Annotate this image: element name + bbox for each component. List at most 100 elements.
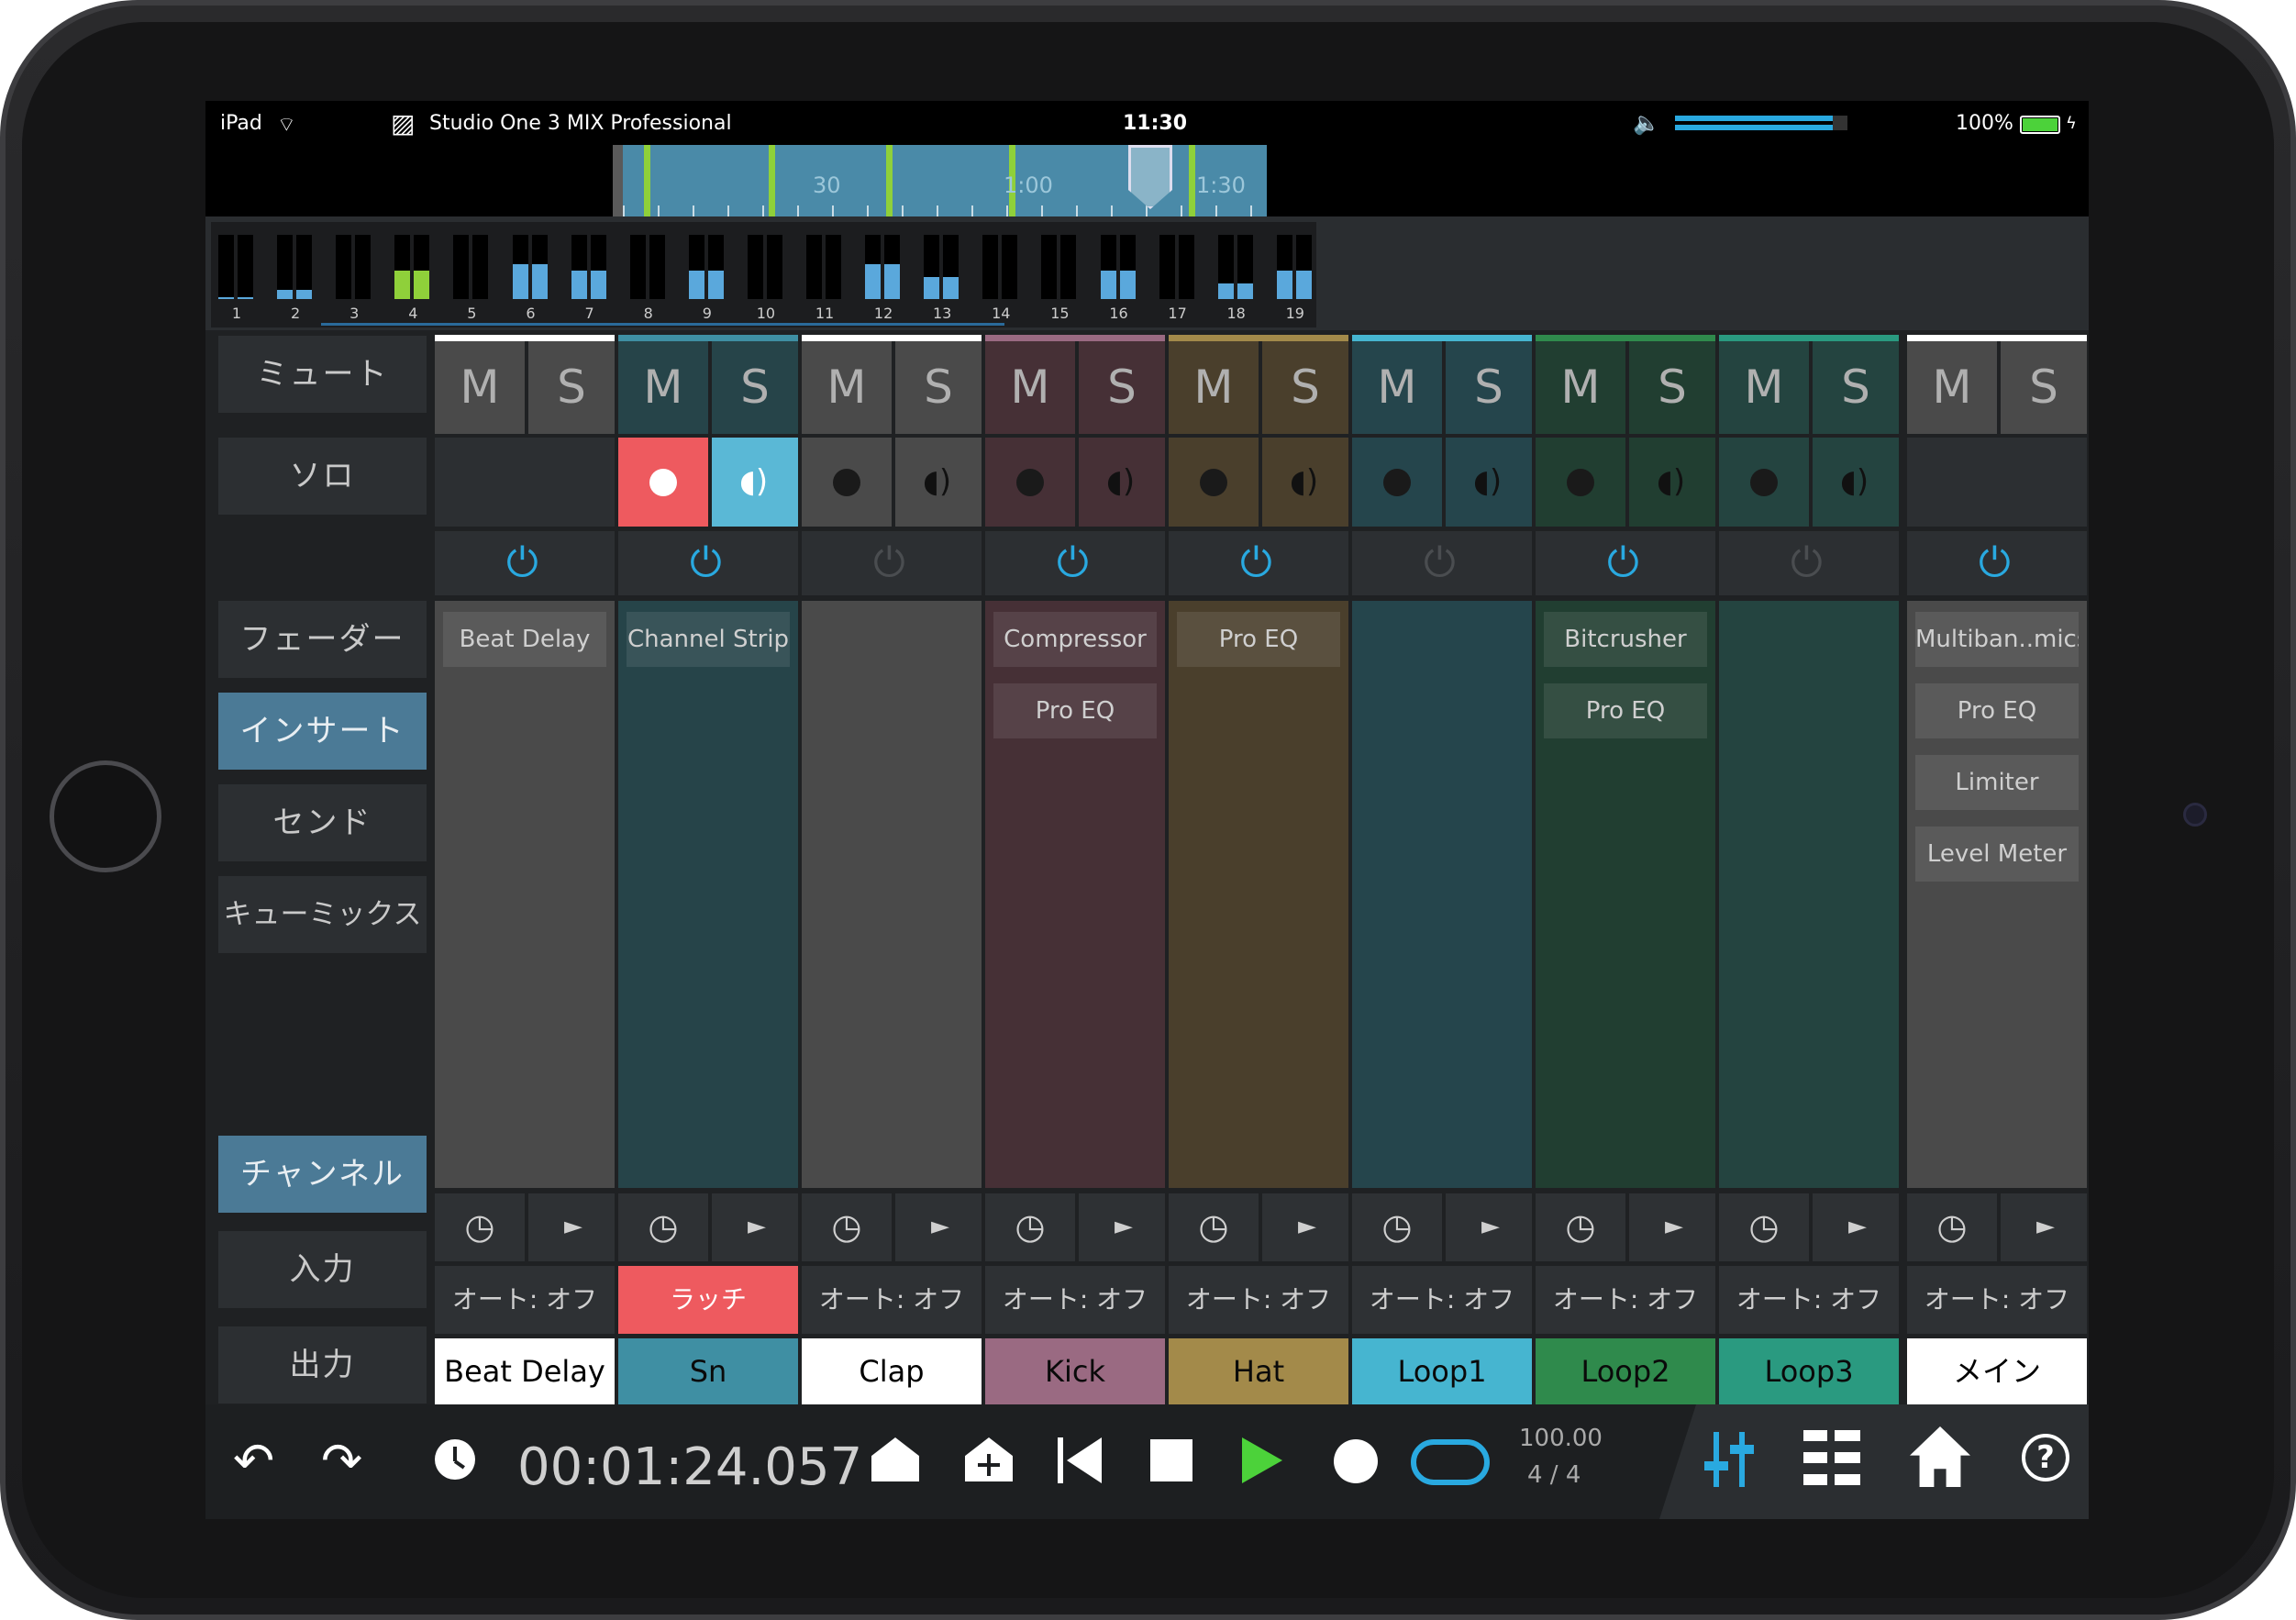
record-arm-button[interactable] bbox=[802, 438, 892, 527]
expand-button[interactable]: ► bbox=[1075, 1193, 1165, 1261]
monitor-button[interactable]: ◖) bbox=[1625, 438, 1715, 527]
loop-icon[interactable] bbox=[1411, 1439, 1490, 1485]
expand-button[interactable]: ► bbox=[708, 1193, 798, 1261]
home-button[interactable] bbox=[50, 760, 161, 872]
tempo-display[interactable]: 100.00 bbox=[1519, 1425, 1603, 1452]
channel-name[interactable]: Loop3 bbox=[1719, 1338, 1899, 1404]
record-arm-button[interactable] bbox=[985, 438, 1075, 527]
insert-power-button[interactable]: ⏻ bbox=[802, 531, 982, 595]
channel-name[interactable]: Sn bbox=[618, 1338, 798, 1404]
mute-button[interactable]: M bbox=[435, 341, 525, 434]
monitor-button[interactable]: ◖) bbox=[708, 438, 798, 527]
channel-name[interactable]: Kick bbox=[985, 1338, 1165, 1404]
input-knob-button[interactable]: ◷ bbox=[618, 1193, 708, 1261]
automation-mode-button[interactable]: オート: オフ bbox=[435, 1266, 615, 1334]
automation-mode-button[interactable]: オート: オフ bbox=[985, 1266, 1165, 1334]
add-marker-icon[interactable] bbox=[965, 1437, 1013, 1481]
arrange-view-icon[interactable] bbox=[1803, 1430, 1860, 1485]
insert-slot[interactable]: Limiter bbox=[1915, 755, 2079, 810]
mute-button[interactable]: M bbox=[985, 341, 1075, 434]
expand-button[interactable]: ► bbox=[525, 1193, 615, 1261]
insert-slot[interactable]: Compressor bbox=[993, 612, 1157, 667]
cuemix-view-button[interactable]: キューミックス bbox=[218, 876, 427, 953]
automation-mode-button[interactable]: オート: オフ bbox=[1536, 1266, 1715, 1334]
insert-power-button[interactable]: ⏻ bbox=[1719, 531, 1899, 595]
monitor-button[interactable]: ◖) bbox=[1075, 438, 1165, 527]
mute-button[interactable]: M bbox=[1719, 341, 1809, 434]
automation-mode-button[interactable]: オート: オフ bbox=[1719, 1266, 1899, 1334]
solo-button[interactable]: S bbox=[525, 341, 615, 434]
mute-all-button[interactable]: ミュート bbox=[218, 336, 427, 413]
time-display[interactable]: 00:01:24.057 bbox=[517, 1437, 862, 1497]
insert-rack[interactable]: Channel Strip bbox=[618, 601, 798, 1188]
record-icon[interactable] bbox=[1334, 1439, 1378, 1483]
insert-rack[interactable]: Beat Delay bbox=[435, 601, 615, 1188]
monitor-button[interactable]: ◖) bbox=[1442, 438, 1532, 527]
expand-button[interactable]: ► bbox=[1997, 1193, 2087, 1261]
marker-list-icon[interactable] bbox=[871, 1437, 919, 1481]
insert-slot[interactable]: Channel Strip bbox=[627, 612, 790, 667]
expand-button[interactable]: ► bbox=[1809, 1193, 1899, 1261]
solo-all-button[interactable]: ソロ bbox=[218, 438, 427, 515]
solo-button[interactable]: S bbox=[1075, 341, 1165, 434]
input-knob-button[interactable]: ◷ bbox=[435, 1193, 525, 1261]
monitor-button[interactable]: ◖) bbox=[892, 438, 982, 527]
automation-mode-button[interactable]: オート: オフ bbox=[1907, 1266, 2087, 1334]
insert-slot[interactable]: Bitcrusher bbox=[1544, 612, 1707, 667]
input-knob-button[interactable]: ◷ bbox=[1536, 1193, 1625, 1261]
input-knob-button[interactable]: ◷ bbox=[1907, 1193, 1997, 1261]
mixer-icon[interactable] bbox=[1703, 1432, 1761, 1487]
mute-button[interactable]: M bbox=[1907, 341, 1997, 434]
clock-icon[interactable] bbox=[435, 1439, 475, 1480]
insert-power-button[interactable]: ⏻ bbox=[1352, 531, 1532, 595]
channel-name[interactable]: Loop1 bbox=[1352, 1338, 1532, 1404]
insert-rack[interactable]: Pro EQ bbox=[1169, 601, 1348, 1188]
output-view-button[interactable]: 出力 bbox=[218, 1326, 427, 1404]
insert-slot[interactable]: Pro EQ bbox=[993, 683, 1157, 738]
fader-view-button[interactable]: フェーダー bbox=[218, 601, 427, 678]
return-to-zero-icon[interactable] bbox=[1058, 1437, 1104, 1483]
expand-button[interactable]: ► bbox=[1259, 1193, 1348, 1261]
insert-view-button[interactable]: インサート bbox=[218, 693, 427, 770]
monitor-button[interactable]: ◖) bbox=[1259, 438, 1348, 527]
automation-mode-button[interactable]: オート: オフ bbox=[1352, 1266, 1532, 1334]
channel-name[interactable]: Hat bbox=[1169, 1338, 1348, 1404]
meter-area[interactable]: 1 2 3 4 5 6 7 8 9 10 11 12 13 14 15 16 17 18 19 bbox=[211, 222, 1316, 327]
input-knob-button[interactable]: ◷ bbox=[1169, 1193, 1259, 1261]
insert-power-button[interactable]: ⏻ bbox=[618, 531, 798, 595]
insert-rack[interactable]: Compressor Pro EQ bbox=[985, 601, 1165, 1188]
solo-button[interactable]: S bbox=[1259, 341, 1348, 434]
automation-mode-button[interactable]: ラッチ bbox=[618, 1266, 798, 1334]
channel-view-button[interactable]: チャンネル bbox=[218, 1136, 427, 1213]
redo-icon[interactable]: ↷ bbox=[321, 1432, 362, 1490]
input-knob-button[interactable]: ◷ bbox=[985, 1193, 1075, 1261]
insert-rack[interactable] bbox=[1719, 601, 1899, 1188]
insert-slot[interactable]: Pro EQ bbox=[1544, 683, 1707, 738]
solo-button[interactable]: S bbox=[1625, 341, 1715, 434]
play-icon[interactable] bbox=[1242, 1437, 1282, 1483]
volume-slider[interactable] bbox=[1675, 114, 1847, 134]
song-overview[interactable]: 30 1:00 1:30 bbox=[205, 145, 2089, 216]
help-icon[interactable]: ? bbox=[2022, 1434, 2069, 1481]
expand-button[interactable]: ► bbox=[1442, 1193, 1532, 1261]
stop-icon[interactable] bbox=[1150, 1439, 1192, 1481]
insert-slot[interactable]: Multiban..mics bbox=[1915, 612, 2079, 667]
insert-power-button[interactable]: ⏻ bbox=[1536, 531, 1715, 595]
input-knob-button[interactable]: ◷ bbox=[1719, 1193, 1809, 1261]
mute-button[interactable]: M bbox=[1169, 341, 1259, 434]
expand-button[interactable]: ► bbox=[1625, 1193, 1715, 1261]
channel-name[interactable]: Loop2 bbox=[1536, 1338, 1715, 1404]
solo-button[interactable]: S bbox=[708, 341, 798, 434]
insert-power-button[interactable]: ⏻ bbox=[985, 531, 1165, 595]
insert-rack[interactable]: Bitcrusher Pro EQ bbox=[1536, 601, 1715, 1188]
insert-power-button[interactable]: ⏻ bbox=[1169, 531, 1348, 595]
time-signature[interactable]: 4 / 4 bbox=[1527, 1461, 1581, 1489]
mute-button[interactable]: M bbox=[1536, 341, 1625, 434]
channel-name[interactable]: Beat Delay bbox=[435, 1338, 615, 1404]
insert-power-button[interactable]: ⏻ bbox=[435, 531, 615, 595]
solo-button[interactable]: S bbox=[892, 341, 982, 434]
input-knob-button[interactable]: ◷ bbox=[802, 1193, 892, 1261]
record-arm-button[interactable] bbox=[1536, 438, 1625, 527]
record-arm-button[interactable] bbox=[1719, 438, 1809, 527]
insert-rack[interactable] bbox=[802, 601, 982, 1188]
